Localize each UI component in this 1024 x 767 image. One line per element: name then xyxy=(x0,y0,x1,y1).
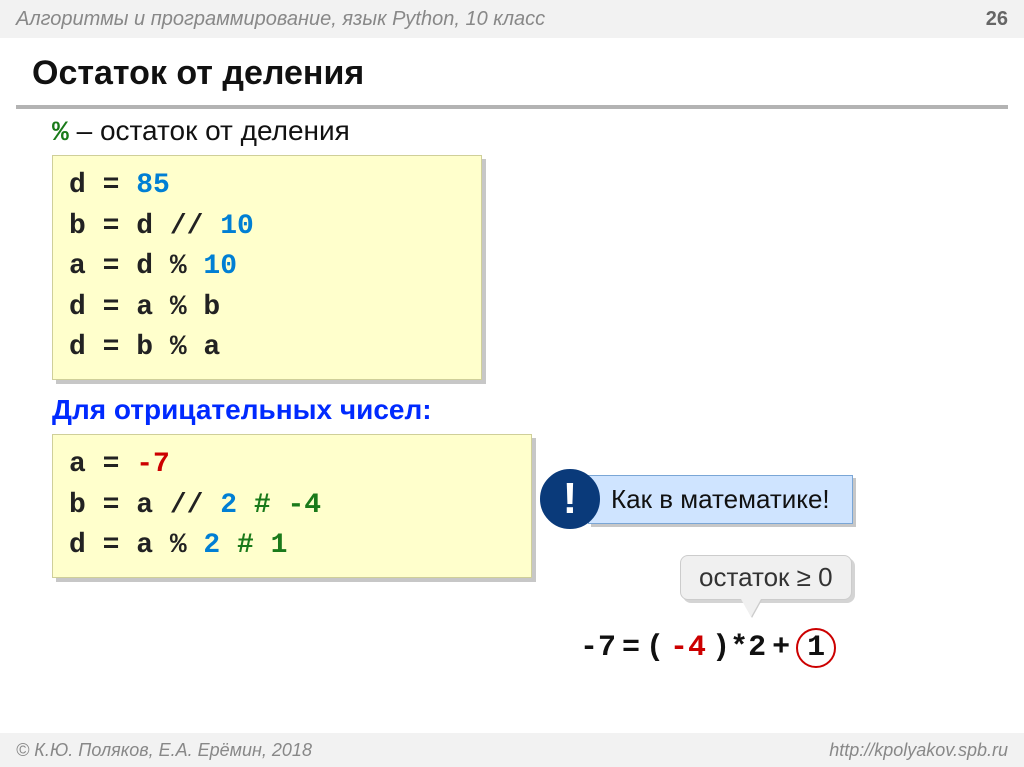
subheading: Для отрицательных чисел: xyxy=(52,394,1000,426)
footer-authors: © К.Ю. Поляков, Е.А. Ерёмин, 2018 xyxy=(16,740,312,761)
code-text: b = a // xyxy=(69,490,220,521)
lead-line: % – остаток от деления xyxy=(52,115,1000,149)
page-title: Остаток от деления xyxy=(32,54,1002,93)
callout-wrap: остаток ≥ 0 xyxy=(680,555,1000,600)
code-text: a = d % xyxy=(69,251,203,282)
callout-tail-icon xyxy=(741,599,761,617)
exclamation-icon: ! xyxy=(540,469,600,529)
code-negative: -7 xyxy=(136,449,170,480)
eq-one: 1 xyxy=(807,631,825,665)
code-number: 2 xyxy=(220,490,237,521)
code-text: b = d // xyxy=(69,211,220,242)
note-row: ! Как в математике! xyxy=(540,469,1000,529)
lead-text: – остаток от деления xyxy=(77,115,350,146)
page-number: 26 xyxy=(986,8,1008,31)
eq-circled-one: 1 xyxy=(796,628,836,668)
code-comment: # -4 xyxy=(237,490,321,521)
course-label: Алгоритмы и программирование, язык Pytho… xyxy=(16,8,545,31)
code-text: d = a % b xyxy=(69,288,465,329)
note-label: Как в математике! xyxy=(588,475,853,524)
code-text: a = xyxy=(69,449,136,480)
percent-symbol: % xyxy=(52,118,69,149)
code-text: d = a % xyxy=(69,530,203,561)
code-number: 85 xyxy=(136,170,170,201)
eq-plus: + xyxy=(772,631,790,665)
code-block-2: a = -7 b = a // 2 # -4 d = a % 2 # 1 xyxy=(52,434,532,578)
callout: остаток ≥ 0 xyxy=(680,555,852,600)
code-text: d = xyxy=(69,170,136,201)
code-number: 10 xyxy=(220,211,254,242)
right-column: ! Как в математике! остаток ≥ 0 -7 = ( -… xyxy=(540,469,1000,668)
eq-paren-close: )*2 xyxy=(712,631,766,665)
eq-neg4: -4 xyxy=(670,631,706,665)
footer-url: http://kpolyakov.spb.ru xyxy=(829,740,1008,761)
code-block-1: d = 85 b = d // 10 a = d % 10 d = a % b … xyxy=(52,155,482,380)
code-text: d = b % a xyxy=(69,328,465,369)
code-number: 2 xyxy=(203,530,220,561)
code-number: 10 xyxy=(203,251,237,282)
eq-equals: = xyxy=(622,631,640,665)
code-comment: # 1 xyxy=(220,530,287,561)
title-block: Остаток от деления xyxy=(0,38,1024,97)
eq-lhs: -7 xyxy=(580,631,616,665)
header-bar: Алгоритмы и программирование, язык Pytho… xyxy=(0,0,1024,38)
callout-text: остаток ≥ 0 xyxy=(699,562,833,592)
footer-bar: © К.Ю. Поляков, Е.А. Ерёмин, 2018 http:/… xyxy=(0,733,1024,767)
equation: -7 = ( -4 )*2 + 1 xyxy=(580,628,1000,668)
eq-paren-open: ( xyxy=(646,631,664,665)
content: % – остаток от деления d = 85 b = d // 1… xyxy=(0,109,1024,578)
